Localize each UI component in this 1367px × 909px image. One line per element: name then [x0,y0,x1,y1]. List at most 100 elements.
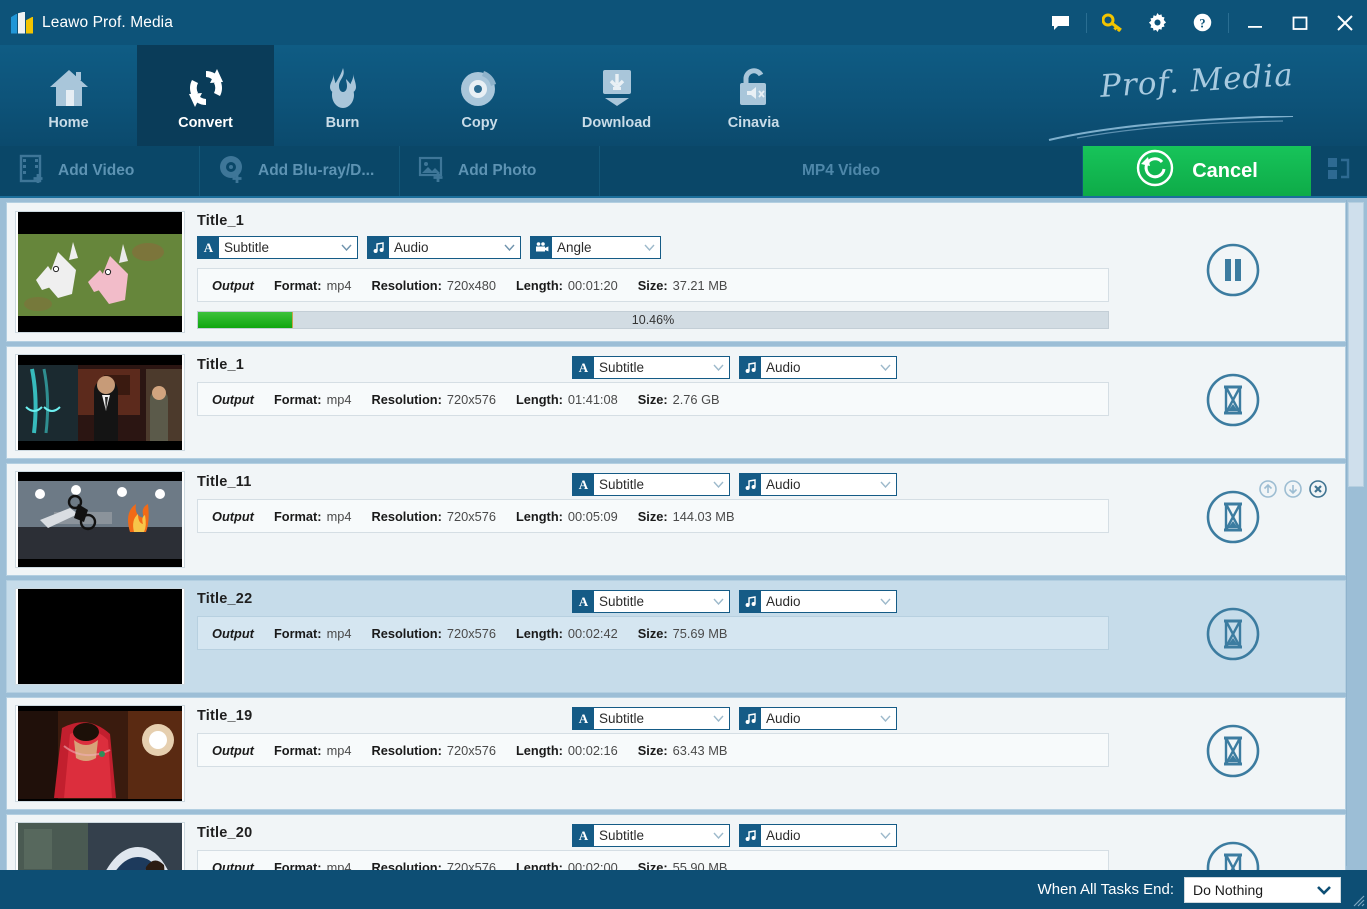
progress-bar: 10.46% [197,311,1109,329]
task-row[interactable]: Title_1 A Subtitle Audio [6,346,1346,459]
chevron-down-icon [707,474,729,495]
thumbnail[interactable] [15,471,185,568]
hourglass-icon[interactable] [1205,723,1261,784]
panel-toggle-button[interactable] [1311,146,1367,196]
thumbnail[interactable] [15,354,185,451]
subtitle-value: Subtitle [599,828,645,843]
task-row[interactable]: Title_22 A Subtitle Audio Output Format:… [6,580,1346,693]
length-key: Length: [515,742,563,758]
output-format-button[interactable]: MP4 Video [600,146,1083,196]
size-key: Size: [637,859,668,871]
nav-item-download[interactable]: Download [548,45,685,146]
add-bluray-button[interactable]: Add Blu-ray/D... [200,146,400,196]
task-row[interactable]: Title_20 A Subtitle Audio Output Format:… [6,814,1346,870]
pause-icon[interactable] [1205,242,1261,303]
nav-item-home[interactable]: Home [0,45,137,146]
length-key: Length: [515,625,563,641]
audio-note-icon [740,708,761,729]
remove-icon[interactable] [1309,480,1327,503]
thumbnail[interactable] [15,588,185,685]
audio-value: Audio [766,828,801,843]
audio-note-icon [740,591,761,612]
size-key: Size: [637,391,668,407]
subtitle-select[interactable]: A Subtitle [572,707,730,730]
audio-select[interactable]: Audio [739,473,897,496]
audio-value: Audio [394,240,429,255]
divider [1228,12,1229,33]
task-status [1121,203,1345,341]
audio-note-icon [740,474,761,495]
task-row[interactable]: Title_19 A Subtitle Audio Output Format:… [6,697,1346,810]
nav-item-burn[interactable]: Burn [274,45,411,146]
maximize-icon[interactable] [1277,0,1322,45]
thumbnail[interactable] [15,822,185,870]
subtitle-select[interactable]: A Subtitle [572,473,730,496]
chevron-down-icon [874,474,896,495]
add-video-label: Add Video [58,162,135,179]
format-key: Format: [273,742,322,758]
main-navigation: Home Convert Burn Copy Download Cinavia … [0,45,1367,146]
chevron-down-icon [498,237,520,258]
subtitle-select[interactable]: A Subtitle [572,590,730,613]
feedback-icon[interactable] [1038,0,1083,45]
task-title: Title_1 [197,213,245,229]
angle-select[interactable]: Angle [530,236,661,259]
subtitle-select[interactable]: A Subtitle [572,824,730,847]
subtitle-icon: A [198,237,219,258]
audio-select[interactable]: Audio [367,236,521,259]
scrollbar-thumb[interactable] [1348,202,1364,487]
task-info: Title_19 A Subtitle Audio Output Format:… [185,698,1121,809]
nav-label: Convert [178,114,233,131]
output-label: Output [212,277,254,293]
resize-grip-icon[interactable] [1353,895,1365,907]
cancel-button[interactable]: Cancel [1083,146,1311,196]
when-tasks-end-select[interactable]: Do Nothing [1184,876,1341,903]
size-value: 37.21 MB [672,277,728,293]
gear-icon[interactable] [1135,0,1180,45]
subtitle-select[interactable]: A Subtitle [197,236,358,259]
when-tasks-end-label: When All Tasks End: [1037,881,1174,898]
key-icon[interactable] [1090,0,1135,45]
audio-select[interactable]: Audio [739,707,897,730]
stream-selectors: A Subtitle Audio [572,473,897,496]
hourglass-icon[interactable] [1205,606,1261,667]
nav-item-convert[interactable]: Convert [137,45,274,146]
format-key: Format: [273,508,322,524]
move-up-icon[interactable] [1259,480,1277,503]
home-icon [47,63,91,113]
length-key: Length: [515,859,563,871]
app-logo-icon [11,11,33,34]
thumbnail[interactable] [15,705,185,802]
hourglass-icon[interactable] [1205,840,1261,870]
output-format-label: MP4 Video [801,162,881,179]
task-info: Title_1 A Subtitle Audio [185,203,1121,341]
subtitle-select[interactable]: A Subtitle [572,356,730,379]
nav-item-cinavia[interactable]: Cinavia [685,45,822,146]
format-value: mp4 [326,742,352,758]
task-row[interactable]: Title_1 A Subtitle Audio [6,202,1346,342]
size-key: Size: [637,277,668,293]
format-value: mp4 [326,859,352,871]
task-row[interactable]: Title_11 A Subtitle Audio Output Format:… [6,463,1346,576]
thumbnail[interactable] [15,211,185,333]
audio-select[interactable]: Audio [739,824,897,847]
list-scrollbar[interactable] [1346,200,1365,866]
hourglass-icon[interactable] [1205,372,1261,433]
move-down-icon[interactable] [1284,480,1302,503]
help-icon[interactable]: ? [1180,0,1225,45]
resolution-value: 720x480 [446,277,496,293]
close-icon[interactable] [1322,0,1367,45]
hourglass-icon[interactable] [1205,489,1261,550]
brand-text: Prof. Media [1099,57,1295,105]
minimize-icon[interactable] [1232,0,1277,45]
audio-select[interactable]: Audio [739,356,897,379]
nav-item-copy[interactable]: Copy [411,45,548,146]
size-value: 75.69 MB [672,625,728,641]
subtitle-icon: A [573,591,594,612]
audio-select[interactable]: Audio [739,590,897,613]
stream-selectors: A Subtitle Audio [572,590,897,613]
add-video-button[interactable]: Add Video [0,146,200,196]
add-photo-button[interactable]: Add Photo [400,146,600,196]
when-tasks-end-value: Do Nothing [1193,881,1264,898]
size-key: Size: [637,625,668,641]
